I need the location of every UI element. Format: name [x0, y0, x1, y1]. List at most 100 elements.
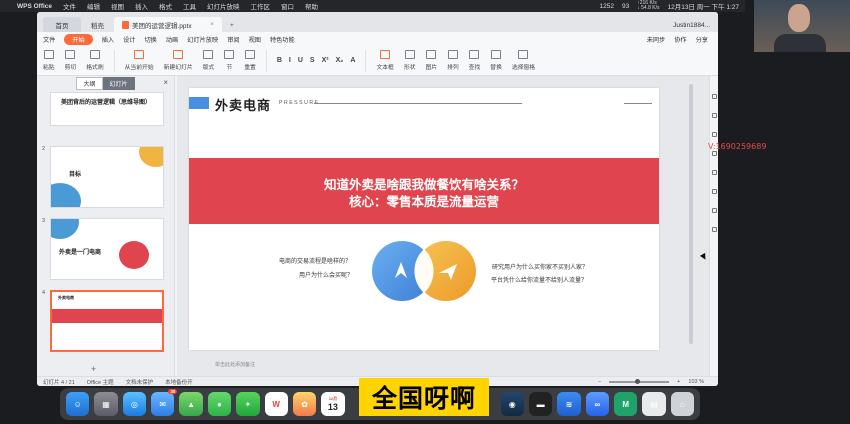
zoom-in-button[interactable]: + — [677, 379, 680, 385]
shape-button[interactable]: 形状 — [404, 50, 415, 71]
current-slide[interactable]: 外卖电商 PRESSURE 知道外卖是啥跟我做餐饮有啥关系？ 核心：零售本质是流… — [189, 88, 659, 350]
paste-button[interactable]: 粘贴 — [43, 50, 55, 71]
lark-icon[interactable]: ≋ — [557, 392, 581, 416]
subscript-button[interactable]: X₂ — [336, 57, 344, 64]
steam-icon[interactable]: ◉ — [500, 392, 524, 416]
bold-button[interactable]: B — [277, 57, 282, 64]
tab-home[interactable]: 首页 — [43, 17, 81, 32]
tab-animation[interactable]: 动画 — [166, 35, 178, 44]
sidebar-tool-icon[interactable] — [711, 189, 717, 194]
cut-button[interactable]: 剪切 — [65, 50, 76, 71]
tab-start[interactable]: 开始 — [64, 33, 93, 45]
file-menu[interactable]: 文件 — [43, 35, 55, 44]
menu-help[interactable]: 帮助 — [305, 1, 318, 11]
tab-features[interactable]: 特色功能 — [270, 35, 295, 44]
status-count[interactable]: 1252 — [600, 3, 614, 10]
play-from-current-button[interactable]: 从当前开始 — [125, 50, 154, 71]
tab-document[interactable]: 美团的运营逻辑.pptx × — [114, 17, 222, 32]
document-icon[interactable]: ▤ — [642, 392, 666, 416]
sidebar-tool-icon[interactable] — [711, 208, 717, 213]
close-tab-icon[interactable]: × — [210, 21, 214, 28]
tab-insert[interactable]: 插入 — [102, 35, 114, 44]
find-button[interactable]: 查找 — [469, 50, 480, 71]
section-button[interactable]: 节 — [224, 50, 235, 71]
text-box-button[interactable]: 文本框 — [376, 50, 394, 71]
zoom-out-button[interactable]: − — [598, 379, 601, 385]
sidebar-tool-icon[interactable] — [711, 151, 717, 156]
collab-button[interactable]: 协作 — [674, 35, 686, 44]
theme-name[interactable]: Office 主题 — [87, 378, 114, 386]
launchpad-icon[interactable]: ▦ — [94, 392, 118, 416]
wps-icon[interactable]: W — [264, 392, 288, 416]
terminal-icon[interactable]: ▬ — [528, 392, 553, 416]
font-color-button[interactable]: A — [350, 57, 355, 64]
trash-icon[interactable]: ⌂ — [670, 392, 695, 416]
notes-placeholder[interactable]: 单击此处添加备注 — [215, 361, 255, 368]
italic-button[interactable]: I — [289, 57, 291, 64]
wechat-count[interactable]: 93 — [622, 3, 629, 10]
mail-icon[interactable]: ✉ 30 — [151, 389, 178, 416]
slide-thumb-2[interactable]: 目标 — [50, 146, 164, 208]
link-icon[interactable]: ∞ — [585, 392, 609, 416]
underline-button[interactable]: U — [298, 57, 303, 64]
replace-button[interactable]: 替换 — [490, 50, 502, 71]
finder-icon[interactable]: ☺ — [66, 392, 90, 416]
tab-review[interactable]: 审阅 — [227, 35, 239, 44]
menu-edit[interactable]: 编辑 — [87, 1, 100, 11]
vertical-scrollbar[interactable] — [689, 84, 693, 344]
app-name[interactable]: WPS Office — [17, 3, 52, 10]
wechat-icon[interactable]: ✦ — [236, 392, 260, 416]
user-account[interactable]: Justin1884... — [665, 22, 718, 32]
new-tab-button[interactable]: + — [224, 22, 240, 32]
strike-button[interactable]: S — [310, 57, 315, 64]
shape-icon — [404, 50, 415, 59]
menu-window[interactable]: 窗口 — [281, 1, 294, 11]
superscript-button[interactable]: X² — [322, 57, 329, 64]
slide-thumb-1[interactable]: 美团背后的运营逻辑（思维导图） — [50, 92, 164, 126]
sidebar-tool-icon[interactable] — [711, 170, 717, 175]
menu-format[interactable]: 格式 — [159, 1, 172, 11]
select-pane-button[interactable]: 选择窗格 — [512, 50, 535, 71]
add-slide-button[interactable]: + — [91, 364, 96, 374]
menu-view[interactable]: 视图 — [111, 1, 124, 11]
sidebar-tool-icon[interactable] — [711, 113, 717, 118]
menu-workspace[interactable]: 工作区 — [251, 1, 271, 11]
messages-icon[interactable]: ● — [207, 392, 232, 416]
tab-slides[interactable]: 幻灯片 — [102, 76, 135, 90]
new-slide-button[interactable]: 新建幻灯片 — [164, 50, 193, 71]
sidebar-tool-icon[interactable] — [711, 227, 717, 232]
menu-insert[interactable]: 插入 — [135, 1, 148, 11]
photos-icon[interactable]: ✿ — [292, 392, 317, 416]
mindnode-icon[interactable]: M — [614, 392, 638, 416]
tab-design[interactable]: 设计 — [123, 35, 135, 44]
slide-thumb-3[interactable]: 外卖是一门电商 — [50, 218, 164, 280]
reset-button[interactable]: 重置 — [244, 50, 256, 71]
doc-protection[interactable]: 文档未保护 — [126, 378, 154, 386]
tab-view[interactable]: 视图 — [249, 35, 261, 44]
datetime[interactable]: 12月13日 周一 下午 1:27 — [667, 1, 739, 11]
backup-status[interactable]: 本地备份开 — [165, 378, 193, 386]
layout-button[interactable]: 版式 — [203, 50, 214, 71]
menu-tools[interactable]: 工具 — [183, 1, 196, 11]
sync-button[interactable]: 未同步 — [647, 35, 666, 44]
calendar-icon[interactable]: 12月 13 — [321, 392, 345, 416]
close-panel-icon[interactable]: × — [163, 78, 168, 87]
sidebar-tool-icon[interactable] — [711, 132, 717, 137]
maps-icon[interactable]: ▲ — [179, 392, 203, 416]
safari-icon[interactable]: ◎ — [122, 392, 147, 416]
tab-transition[interactable]: 切换 — [145, 35, 157, 44]
tab-docer[interactable]: 稻壳 — [83, 17, 112, 32]
menu-file[interactable]: 文件 — [63, 1, 76, 11]
format-brush-button[interactable]: 格式刷 — [86, 50, 104, 71]
picture-button[interactable]: 图片 — [425, 50, 437, 71]
slide-thumb-4[interactable]: 外卖电商 — [50, 290, 164, 352]
menu-slideshow[interactable]: 幻灯片放映 — [207, 1, 240, 11]
zoom-slider-knob[interactable] — [635, 378, 641, 384]
tab-slideshow[interactable]: 幻灯片放映 — [187, 35, 218, 44]
share-button[interactable]: 分享 — [696, 35, 708, 44]
zoom-slider[interactable] — [609, 378, 670, 384]
zoom-level[interactable]: 103 % — [688, 379, 704, 385]
tab-outline[interactable]: 大纲 — [76, 76, 103, 90]
sidebar-tool-icon[interactable] — [711, 94, 717, 99]
arrange-button[interactable]: 排列 — [447, 50, 459, 71]
